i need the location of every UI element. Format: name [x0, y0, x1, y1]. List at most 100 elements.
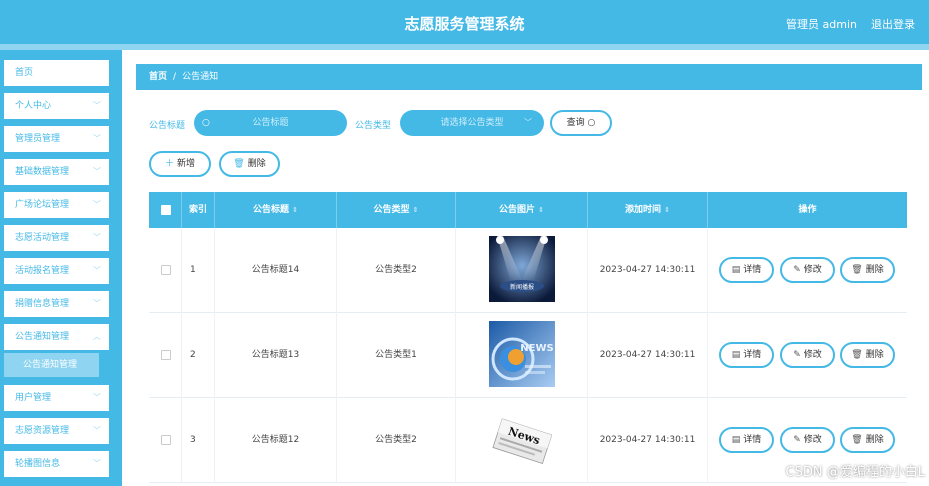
sidebar-item-activity[interactable]: 志愿活动管理 ﹀ — [4, 225, 109, 251]
trash-icon: 🗑 — [233, 159, 245, 169]
breadcrumb-separator: / — [173, 72, 177, 82]
edit-button[interactable]: ✎ 修改 — [780, 342, 835, 368]
chevron-down-icon: ﹀ — [93, 299, 101, 308]
row-checkbox[interactable] — [161, 350, 171, 360]
cell-type: 公告类型2 — [337, 228, 456, 313]
notice-thumbnail[interactable]: 新闻播报 — [489, 236, 555, 302]
select-all-cell — [149, 192, 182, 228]
chevron-down-icon: ﹀ — [93, 101, 101, 110]
cell-title: 公告标题13 — [215, 313, 337, 398]
cell-image: NEWS — [456, 313, 588, 398]
plus-icon: ＋ — [164, 159, 174, 169]
header-index: 索引 — [182, 192, 215, 228]
detail-button[interactable]: ▤ 详情 — [719, 257, 774, 283]
header-title[interactable]: 公告标题 ⇕ — [215, 192, 337, 228]
sidebar-item-admin[interactable]: 管理员管理 ﹀ — [4, 126, 109, 152]
cell-type: 公告类型2 — [337, 398, 456, 483]
trash-icon: 🗑 — [851, 435, 863, 445]
sort-icon: ⇕ — [664, 206, 670, 214]
edit-icon: ✎ — [793, 435, 801, 445]
sort-icon: ⇕ — [538, 206, 544, 214]
row-select-cell — [149, 398, 182, 483]
document-icon: ▤ — [731, 435, 741, 445]
title-search-input[interactable]: ○ 公告标题 — [194, 110, 347, 136]
row-checkbox[interactable] — [161, 265, 171, 275]
cell-type: 公告类型1 — [337, 313, 456, 398]
title-filter-label: 公告标题 — [149, 121, 186, 131]
row-checkbox[interactable] — [161, 435, 171, 445]
sidebar-item-donation[interactable]: 捐赠信息管理 ﹀ — [4, 291, 109, 317]
chevron-down-icon: ﹀ — [93, 393, 101, 402]
trash-icon: 🗑 — [851, 265, 863, 275]
chevron-up-icon: ︿ — [93, 332, 101, 341]
breadcrumb-home[interactable]: 首页 — [149, 72, 167, 82]
query-button[interactable]: 查询 ○ — [550, 110, 612, 136]
select-all-checkbox[interactable] — [161, 205, 171, 215]
row-select-cell — [149, 313, 182, 398]
cell-time: 2023-04-27 14:30:11 — [588, 313, 708, 398]
table-row: 2 公告标题13 公告类型1 NEWS 2023-04-27 14:30:11 … — [149, 313, 907, 398]
table-row: 1 公告标题14 公告类型2 新闻播报 2023-04-27 14:30:11 … — [149, 228, 907, 313]
search-icon: ○ — [202, 118, 210, 128]
cell-image: 新闻播报 — [456, 228, 588, 313]
sidebar-item-notice[interactable]: 公告通知管理 ︿ — [4, 324, 109, 350]
chevron-down-icon: ﹀ — [93, 426, 101, 435]
edit-button[interactable]: ✎ 修改 — [780, 427, 835, 453]
cell-ops: ▤ 详情 ✎ 修改 🗑 删除 — [708, 313, 907, 398]
breadcrumb-current: 公告通知 — [182, 72, 219, 82]
cell-title: 公告标题14 — [215, 228, 337, 313]
type-filter-label: 公告类型 — [355, 121, 392, 131]
batch-delete-button[interactable]: 🗑 删除 — [219, 151, 280, 177]
add-button[interactable]: ＋新增 — [149, 151, 211, 177]
type-select[interactable]: 请选择公告类型 ﹀ — [400, 110, 544, 136]
delete-button[interactable]: 🗑 删除 — [840, 257, 895, 283]
sidebar-item-users[interactable]: 用户管理 ﹀ — [4, 385, 109, 411]
delete-button[interactable]: 🗑 删除 — [840, 427, 895, 453]
detail-button[interactable]: ▤ 详情 — [719, 427, 774, 453]
detail-button[interactable]: ▤ 详情 — [719, 342, 774, 368]
sidebar-subitem-notice[interactable]: 公告通知管理 — [4, 353, 99, 377]
chevron-down-icon: ﹀ — [93, 266, 101, 275]
sidebar-item-personal[interactable]: 个人中心 ﹀ — [4, 93, 109, 119]
chevron-down-icon: ﹀ — [524, 118, 532, 127]
search-icon: ○ — [587, 118, 596, 128]
edit-button[interactable]: ✎ 修改 — [780, 257, 835, 283]
sidebar-item-resources[interactable]: 志愿资源管理 ﹀ — [4, 418, 109, 444]
thumbnail-caption: 新闻播报 — [510, 283, 534, 291]
sidebar-item-forum[interactable]: 广场论坛管理 ﹀ — [4, 192, 109, 218]
chevron-down-icon: ﹀ — [93, 200, 101, 209]
header-image[interactable]: 公告图片 ⇕ — [456, 192, 588, 228]
document-icon: ▤ — [731, 350, 741, 360]
table-header: 索引 公告标题 ⇕ 公告类型 ⇕ 公告图片 ⇕ 添加时间 ⇕ 操作 — [149, 192, 907, 228]
logout-link[interactable]: 退出登录 — [871, 16, 915, 32]
row-select-cell — [149, 228, 182, 313]
edit-icon: ✎ — [793, 350, 801, 360]
edit-icon: ✎ — [793, 265, 801, 275]
header-time[interactable]: 添加时间 ⇕ — [588, 192, 708, 228]
current-user: 管理员 admin — [786, 18, 857, 31]
chevron-down-icon: ﹀ — [93, 233, 101, 242]
trash-icon: 🗑 — [851, 350, 863, 360]
sort-icon: ⇕ — [412, 206, 419, 214]
cell-index: 1 — [182, 228, 215, 313]
sort-icon: ⇕ — [292, 206, 298, 214]
chevron-down-icon: ﹀ — [93, 459, 101, 468]
notice-thumbnail[interactable]: NEWS — [489, 321, 555, 387]
watermark: CSDN @爱编程的小白L — [785, 465, 925, 480]
notice-thumbnail[interactable]: News — [489, 406, 555, 472]
cell-title: 公告标题12 — [215, 398, 337, 483]
header-type[interactable]: 公告类型 ⇕ — [337, 192, 456, 228]
cell-image: News — [456, 398, 588, 483]
sidebar-item-base-data[interactable]: 基础数据管理 ﹀ — [4, 159, 109, 185]
cell-index: 2 — [182, 313, 215, 398]
thumbnail-caption: NEWS — [520, 343, 553, 354]
chevron-down-icon: ﹀ — [93, 167, 101, 176]
delete-button[interactable]: 🗑 删除 — [840, 342, 895, 368]
top-header: 志愿服务管理系统 管理员 admin 退出登录 — [0, 0, 929, 44]
sidebar-item-signup[interactable]: 活动报名管理 ﹀ — [4, 258, 109, 284]
document-icon: ▤ — [731, 265, 741, 275]
sidebar: 首页 个人中心 ﹀ 管理员管理 ﹀ 基础数据管理 ﹀ 广场论坛管理 ﹀ 志愿活动管理 ﹀ … — [0, 50, 122, 486]
cell-time: 2023-04-27 14:30:11 — [588, 398, 708, 483]
sidebar-item-home[interactable]: 首页 — [4, 60, 109, 86]
sidebar-item-carousel[interactable]: 轮播图信息 ﹀ — [4, 451, 109, 477]
